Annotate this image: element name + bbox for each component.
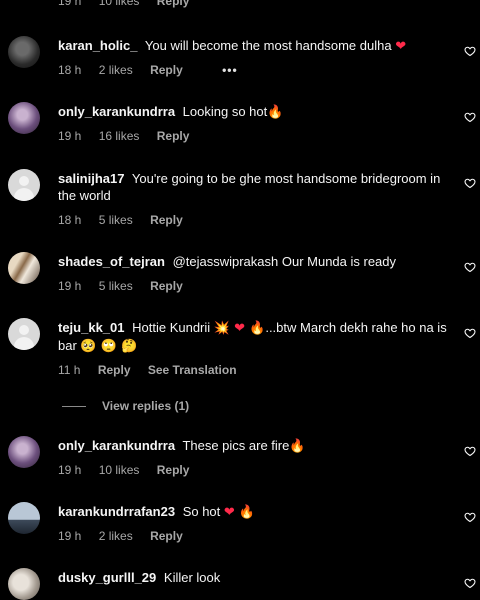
reply-button[interactable]: Reply [157, 0, 190, 8]
comment-body: Looking so hot [182, 104, 268, 119]
partial-comment-meta: 19 h 10 likes Reply [58, 0, 203, 8]
reply-button[interactable]: Reply [150, 213, 183, 227]
comment-meta: 11 h Reply See Translation [58, 363, 237, 377]
comment-username[interactable]: only_karankundrra [58, 438, 175, 453]
comment-body: @tejasswiprakash Our Munda is ready [172, 254, 397, 269]
comment-meta: 18 h 2 likes Reply ••• [58, 63, 238, 77]
heart-outline-icon[interactable] [464, 327, 476, 339]
view-replies-label[interactable]: View replies (1) [102, 399, 189, 413]
comment-time: 19 h [58, 463, 82, 477]
comment-meta: 19 h 16 likes Reply [58, 129, 203, 143]
comment-text: dusky_gurlll_29 Killer look [58, 569, 453, 586]
see-translation-link[interactable]: See Translation [148, 363, 237, 377]
comment-likes[interactable]: 10 likes [99, 463, 140, 477]
emoji-group: 💥 ❤ 🔥 [213, 321, 266, 336]
view-replies-button[interactable]: View replies (1) [62, 399, 189, 413]
comment-body: Hottie Kundrii [132, 320, 211, 335]
comment-meta: 19 h 2 likes Reply [58, 529, 197, 543]
avatar[interactable] [8, 252, 40, 284]
comment-meta: 19 h 5 likes Reply [58, 279, 197, 293]
comment-likes[interactable]: 2 likes [99, 529, 133, 543]
reply-button[interactable]: Reply [157, 129, 190, 143]
comment-time: 11 h [58, 363, 81, 377]
avatar[interactable] [8, 436, 40, 468]
avatar[interactable] [8, 568, 40, 600]
heart-outline-icon[interactable] [464, 577, 476, 589]
reply-button[interactable]: Reply [150, 279, 183, 293]
comment-time: 18 h [58, 213, 82, 227]
comment-text: salinijha17 You're going to be ghe most … [58, 170, 453, 204]
comment-text: teju_kk_01 Hottie Kundrii 💥 ❤ 🔥...btw Ma… [58, 319, 453, 355]
comment-username[interactable]: karankundrrafan23 [58, 504, 175, 519]
avatar[interactable] [8, 36, 40, 68]
heart-emoji: ❤ [395, 39, 407, 54]
reply-button[interactable]: Reply [98, 363, 131, 377]
heart-outline-icon[interactable] [464, 511, 476, 523]
more-options-icon[interactable]: ••• [222, 63, 238, 77]
comment-time: 19 h [58, 279, 82, 293]
comment-username[interactable]: only_karankundrra [58, 104, 175, 119]
divider-line [62, 406, 86, 408]
comment-meta: 18 h 5 likes Reply [58, 213, 197, 227]
comment-time: 18 h [58, 63, 82, 77]
comment-text: only_karankundrra Looking so hot🔥 [58, 103, 453, 121]
comment-username[interactable]: karan_holic_ [58, 38, 138, 53]
comment-likes[interactable]: 5 likes [99, 213, 133, 227]
comment-body: You will become the most handsome dulha [144, 38, 392, 53]
comment-body: So hot [182, 504, 221, 519]
comment-time: 19 h [58, 129, 82, 143]
emoji-group: 🥺 🙄 🤔 [80, 339, 138, 354]
comment-username[interactable]: dusky_gurlll_29 [58, 570, 156, 585]
comment-time: 19 h [58, 0, 82, 8]
comment-text: karan_holic_ You will become the most ha… [58, 37, 453, 55]
reply-button[interactable]: Reply [157, 463, 190, 477]
avatar[interactable] [8, 102, 40, 134]
reply-button[interactable]: Reply [150, 529, 183, 543]
comment-likes[interactable]: 5 likes [99, 279, 133, 293]
comment-likes[interactable]: 2 likes [99, 63, 133, 77]
heart-outline-icon[interactable] [464, 111, 476, 123]
comment-text: karankundrrafan23 So hot ❤ 🔥 [58, 503, 453, 521]
default-avatar-icon[interactable] [8, 318, 40, 350]
heart-outline-icon[interactable] [464, 45, 476, 57]
avatar[interactable] [8, 502, 40, 534]
heart-outline-icon[interactable] [464, 445, 476, 457]
comment-username[interactable]: teju_kk_01 [58, 320, 125, 335]
heart-outline-icon[interactable] [464, 261, 476, 273]
fire-emoji: 🔥 [267, 105, 284, 120]
emoji-group: ❤ 🔥 [223, 505, 256, 520]
fire-emoji: 🔥 [289, 439, 306, 454]
reply-button[interactable]: Reply [150, 63, 183, 77]
comment-likes[interactable]: 16 likes [99, 129, 140, 143]
comment-text: only_karankundrra These pics are fire🔥 [58, 437, 453, 455]
heart-outline-icon[interactable] [464, 177, 476, 189]
default-avatar-icon[interactable] [8, 169, 40, 201]
comment-time: 19 h [58, 529, 82, 543]
comment-body: These pics are fire [182, 438, 290, 453]
comment-text: shades_of_tejran @tejasswiprakash Our Mu… [58, 253, 453, 270]
comment-username[interactable]: salinijha17 [58, 171, 124, 186]
comment-username[interactable]: shades_of_tejran [58, 254, 165, 269]
comment-meta: 19 h 10 likes Reply [58, 463, 203, 477]
comment-body: Killer look [163, 570, 221, 585]
comment-likes[interactable]: 10 likes [99, 0, 140, 8]
